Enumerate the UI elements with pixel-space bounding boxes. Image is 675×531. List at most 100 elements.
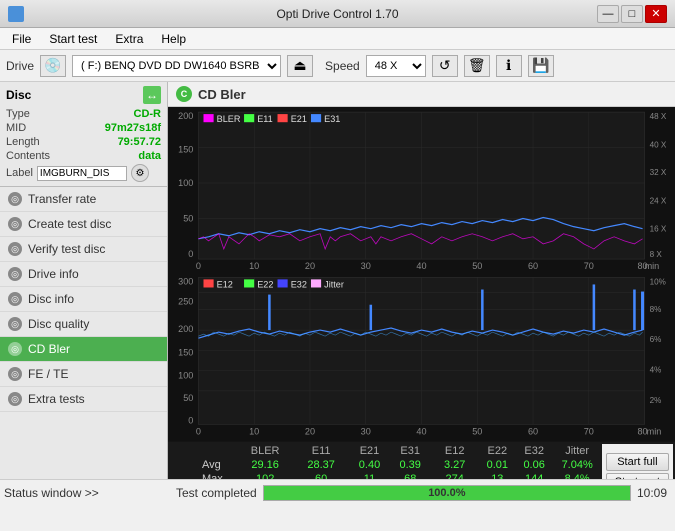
type-label: Type	[6, 108, 30, 120]
svg-text:0: 0	[188, 249, 193, 259]
drive-select[interactable]: ( F:) BENQ DVD DD DW1640 BSRB	[72, 55, 281, 77]
menu-extra[interactable]: Extra	[107, 30, 151, 48]
chart-header: C CD Bler	[168, 82, 675, 107]
table-header-e11: E11	[293, 444, 349, 458]
avg-e31: 0.39	[390, 458, 431, 472]
speed-label: Speed	[325, 59, 360, 73]
svg-text:300: 300	[178, 276, 193, 286]
svg-text:Jitter: Jitter	[324, 279, 344, 289]
window-controls: — □ ✕	[597, 5, 667, 23]
start-full-button[interactable]: Start full	[606, 453, 669, 471]
disc-title: Disc	[6, 88, 31, 102]
disc-length-row: Length 79:57.72	[6, 136, 161, 148]
avg-e22: 0.01	[479, 458, 516, 472]
max-e32: 144	[516, 472, 553, 479]
sidebar-item-label: Drive info	[28, 267, 79, 281]
svg-text:10: 10	[249, 427, 259, 437]
table-header-e31: E31	[390, 444, 431, 458]
length-label: Length	[6, 136, 40, 148]
table-header-bler: BLER	[237, 444, 293, 458]
svg-text:70: 70	[584, 261, 594, 271]
svg-text:50: 50	[183, 214, 193, 224]
content-area: C CD Bler	[168, 82, 675, 479]
speed-select[interactable]: 48 X	[366, 55, 426, 77]
svg-text:E12: E12	[217, 279, 233, 289]
svg-text:100: 100	[178, 178, 193, 188]
svg-text:40: 40	[416, 261, 426, 271]
svg-text:20: 20	[305, 261, 315, 271]
info-button[interactable]: ℹ	[496, 55, 522, 77]
svg-text:200: 200	[178, 111, 193, 121]
svg-text:8%: 8%	[650, 305, 662, 314]
row-label-max: Max	[198, 472, 237, 479]
svg-text:30: 30	[361, 261, 371, 271]
label-input[interactable]	[37, 166, 127, 181]
table-section: BLER E11 E21 E31 E12 E22 E32 Jitter	[168, 442, 675, 479]
refresh-button[interactable]: ↺	[432, 55, 458, 77]
svg-text:4%: 4%	[650, 366, 662, 375]
extra-tests-icon: ◎	[8, 392, 22, 406]
sidebar-item-transfer-rate[interactable]: ◎ Transfer rate	[0, 187, 167, 212]
disc-arrow[interactable]: ↔	[143, 86, 161, 104]
menu-file[interactable]: File	[4, 30, 39, 48]
svg-text:E11: E11	[257, 114, 273, 124]
svg-text:0: 0	[188, 415, 193, 425]
max-bler: 102	[237, 472, 293, 479]
table-header-jitter: Jitter	[553, 444, 602, 458]
progress-bar: 100.0%	[263, 485, 631, 501]
svg-text:6%: 6%	[650, 335, 662, 344]
chart-header-icon: C	[176, 86, 192, 102]
label-settings-icon[interactable]: ⚙	[131, 164, 149, 182]
sidebar-item-verify-test-disc[interactable]: ◎ Verify test disc	[0, 237, 167, 262]
disc-type-row: Type CD-R	[6, 108, 161, 120]
erase-button[interactable]: 🗑	[464, 55, 490, 77]
svg-text:32 X: 32 X	[650, 168, 667, 177]
minimize-button[interactable]: —	[597, 5, 619, 23]
chart-title: CD Bler	[198, 87, 246, 102]
sidebar-item-label: FE / TE	[28, 367, 68, 381]
sidebar-item-disc-quality[interactable]: ◎ Disc quality	[0, 312, 167, 337]
svg-text:E32: E32	[291, 279, 307, 289]
eject-button[interactable]: ⏏	[287, 55, 313, 77]
svg-text:2%: 2%	[650, 396, 662, 405]
sidebar-item-cd-bler[interactable]: ◎ CD Bler	[0, 337, 167, 362]
table-header-e21: E21	[349, 444, 390, 458]
table-header-e12: E12	[431, 444, 479, 458]
disc-mid-row: MID 97m27s18f	[6, 122, 161, 134]
menubar: File Start test Extra Help	[0, 28, 675, 50]
sidebar-item-disc-info[interactable]: ◎ Disc info	[0, 287, 167, 312]
avg-bler: 29.16	[237, 458, 293, 472]
contents-label: Contents	[6, 150, 50, 162]
svg-text:150: 150	[178, 145, 193, 155]
sidebar-item-create-test-disc[interactable]: ◎ Create test disc	[0, 212, 167, 237]
verify-test-disc-icon: ◎	[8, 242, 22, 256]
svg-text:30: 30	[361, 427, 371, 437]
status-text: Test completed	[176, 486, 257, 500]
progress-label: 100.0%	[428, 487, 465, 499]
sidebar-item-drive-info[interactable]: ◎ Drive info	[0, 262, 167, 287]
menu-help[interactable]: Help	[153, 30, 194, 48]
close-button[interactable]: ✕	[645, 5, 667, 23]
svg-text:200: 200	[178, 324, 193, 334]
svg-text:20: 20	[305, 427, 315, 437]
sidebar-item-label: Create test disc	[28, 217, 111, 231]
disc-label-row: Label ⚙	[6, 164, 161, 182]
save-button[interactable]: 💾	[528, 55, 554, 77]
transfer-rate-icon: ◎	[8, 192, 22, 206]
avg-e11: 28.37	[293, 458, 349, 472]
sidebar-item-fe-te[interactable]: ◎ FE / TE	[0, 362, 167, 387]
menu-start-test[interactable]: Start test	[41, 30, 105, 48]
sidebar-item-extra-tests[interactable]: ◎ Extra tests	[0, 387, 167, 412]
main-layout: Disc ↔ Type CD-R MID 97m27s18f Length 79…	[0, 82, 675, 479]
avg-jitter: 7.04%	[553, 458, 602, 472]
status-window-button[interactable]: Status window >>	[4, 486, 172, 500]
svg-text:60: 60	[528, 427, 538, 437]
max-e11: 60	[293, 472, 349, 479]
status-progress-container: Test completed 100.0% 10:09	[176, 485, 671, 501]
svg-text:8 X: 8 X	[650, 250, 663, 259]
svg-text:40 X: 40 X	[650, 141, 667, 150]
maximize-button[interactable]: □	[621, 5, 643, 23]
start-part-button[interactable]: Start part	[606, 473, 669, 479]
svg-text:60: 60	[528, 261, 538, 271]
charts-svg: 200 150 100 50 0 48 X 40 X 32 X 24 X 16 …	[168, 107, 675, 442]
